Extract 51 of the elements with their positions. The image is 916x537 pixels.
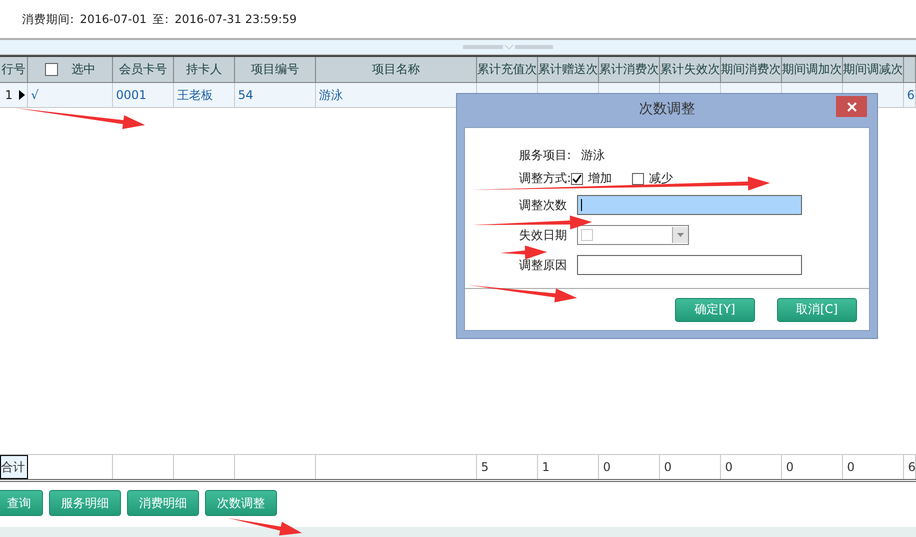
totals-label: 合计 [0, 455, 28, 479]
table-cell: 0 [660, 455, 721, 479]
table-cell: 6 [904, 83, 916, 107]
column-header[interactable]: 累计失效次 [660, 57, 721, 82]
table-cell: 0 [843, 455, 904, 479]
close-icon [846, 102, 856, 112]
column-header[interactable]: 项目名称 [316, 57, 477, 82]
table-cell: √ [28, 83, 113, 107]
option-label: 减少 [649, 170, 674, 187]
table-cell: 0 [782, 455, 843, 479]
input-field[interactable] [577, 195, 802, 215]
close-button[interactable] [836, 96, 867, 117]
column-header[interactable]: 期间调加次 [782, 57, 843, 82]
table-cell: 0 [721, 455, 782, 479]
column-header[interactable]: 持卡人 [174, 57, 235, 82]
field-label: 失效日期 [519, 226, 568, 244]
period-label: 消费期间: [22, 12, 74, 26]
table-cell: 5 [477, 455, 538, 479]
column-header[interactable]: 期间消费次 [721, 57, 782, 82]
service-value: 游泳 [581, 147, 606, 164]
dialog-title: 次数调整 [639, 100, 695, 118]
field-label: 调整次数 [519, 196, 568, 214]
column-header[interactable]: 累计消费次 [599, 57, 660, 82]
checkbox[interactable] [571, 172, 584, 184]
table-cell: 54 [235, 83, 316, 107]
input-field[interactable] [577, 255, 802, 275]
column-header[interactable]: 项目编号 [235, 57, 316, 82]
select-all-checkbox[interactable] [44, 63, 58, 76]
table-cell: 0 [599, 455, 660, 479]
field-label: 调整原因 [519, 256, 568, 274]
checkbox[interactable] [632, 172, 644, 184]
column-header[interactable]: 行号 [0, 57, 28, 82]
column-header[interactable]: 期间调减次 [843, 57, 904, 82]
table-cell: 0001 [113, 83, 174, 107]
period-to-label: 至: [152, 12, 169, 26]
table-cell: 6 [904, 455, 916, 479]
column-header[interactable]: 累计充值次 [477, 57, 538, 82]
service-label: 服务项目: [519, 147, 572, 164]
annotation-arrow [500, 245, 547, 260]
option-label: 增加 [588, 170, 612, 187]
column-header[interactable]: 会员卡号 [113, 57, 174, 82]
splitter-handle-icon[interactable] [463, 44, 553, 50]
column-header[interactable]: 选中 [28, 57, 113, 82]
column-header[interactable]: 累计赠送次 [538, 57, 599, 82]
period-end: 2016-07-31 23:59:59 [174, 12, 297, 26]
date-picker[interactable] [577, 225, 689, 245]
table-cell: 1 [538, 455, 599, 479]
table-cell: 王老板 [174, 83, 235, 107]
period-start: 2016-07-01 [80, 12, 147, 26]
dropdown-arrow-icon [677, 233, 684, 237]
mode-label: 调整方式: [519, 170, 572, 187]
